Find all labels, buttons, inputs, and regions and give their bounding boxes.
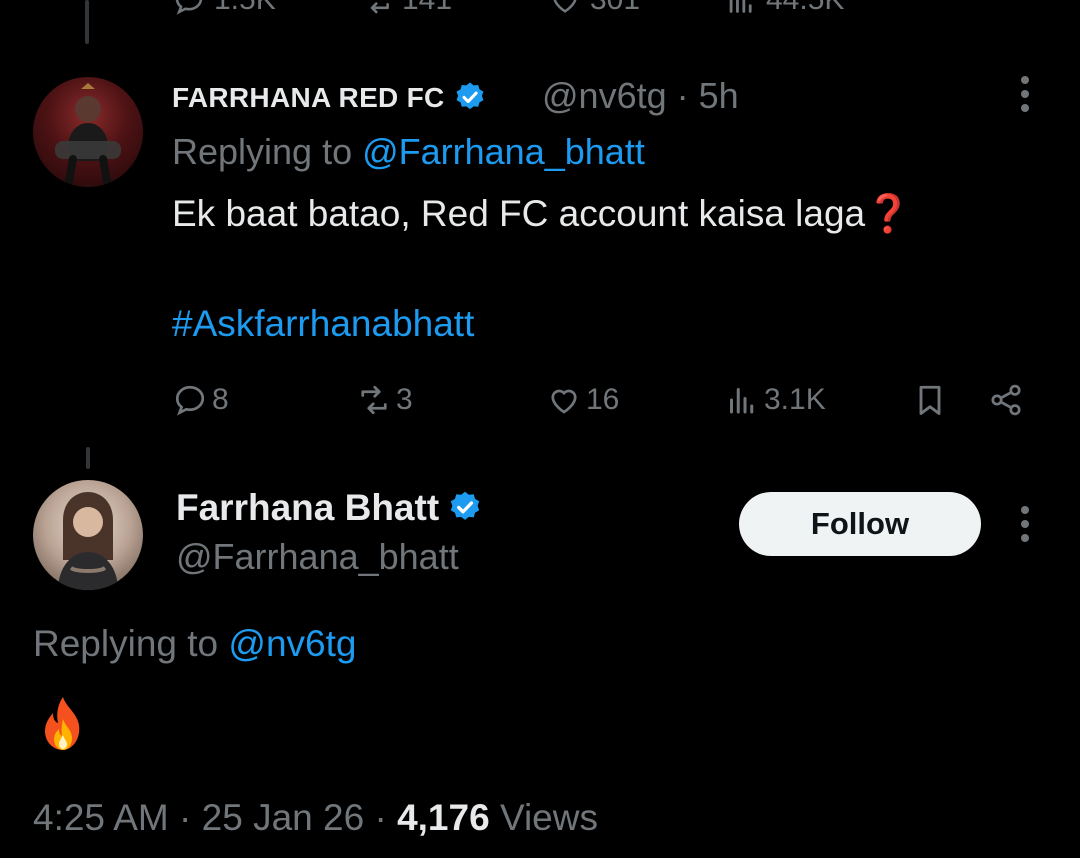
like-action[interactable]: 301	[548, 0, 640, 18]
reply-icon	[175, 0, 203, 15]
reply-count: 8	[212, 383, 229, 416]
avatar-image	[55, 83, 121, 185]
timestamp: · 5h	[676, 75, 739, 116]
fire-emoji-icon	[45, 697, 80, 750]
share-action[interactable]	[988, 378, 1024, 422]
display-name: Farrhana Bhatt	[176, 487, 440, 528]
replying-prefix: Replying to	[33, 623, 229, 664]
like-icon	[553, 0, 577, 13]
thread-line	[86, 447, 90, 469]
question-emoji: ❓	[865, 193, 912, 234]
views-icon	[729, 0, 752, 13]
reply-action[interactable]: 8	[172, 378, 229, 422]
previous-tweet-actions: 1.5K 141 301 44.5K	[172, 0, 1032, 18]
more-icon[interactable]	[1008, 502, 1042, 546]
views-count: 44.5K	[766, 0, 844, 17]
repost-count: 141	[402, 0, 452, 17]
tweet-actions: 8 3 16 3.1K	[172, 378, 1032, 422]
tweet-date[interactable]: 25 Jan 26	[202, 797, 365, 838]
repost-count: 3	[396, 383, 413, 416]
like-icon	[551, 389, 577, 414]
replying-to-line: Replying to @nv6tg	[33, 622, 356, 666]
verified-badge-icon	[450, 491, 480, 520]
thread-line	[85, 0, 89, 44]
like-count: 301	[590, 0, 640, 17]
share-icon	[991, 384, 1021, 416]
follow-button[interactable]: Follow	[739, 492, 981, 556]
views-count: 3.1K	[764, 383, 826, 416]
repost-action[interactable]: 141	[360, 0, 452, 18]
tweet-thread-page: 1.5K 141 301 44.5K FARRHANA RED FC @nv6t…	[0, 0, 1080, 858]
repost-icon	[361, 385, 387, 415]
avatar-image	[58, 492, 118, 590]
replying-to-link[interactable]: @Farrhana_bhatt	[362, 131, 645, 172]
like-count: 16	[586, 383, 620, 416]
views-label: Views	[499, 797, 598, 838]
verified-badge-icon	[456, 82, 484, 110]
handle: @nv6tg	[542, 75, 667, 116]
replying-prefix: Replying to	[172, 131, 363, 172]
views-icon	[730, 388, 754, 414]
tweet-meta: 4:25 AM · 25 Jan 26 · 4,176 Views	[33, 797, 598, 838]
like-action[interactable]: 16	[546, 378, 619, 422]
main-author-name[interactable]: Farrhana Bhatt	[176, 486, 483, 530]
avatar[interactable]	[33, 480, 143, 590]
repost-icon	[370, 2, 389, 14]
tweet-time[interactable]: 4:25 AM	[33, 797, 169, 838]
replying-to-link[interactable]: @nv6tg	[228, 623, 356, 664]
reply-action[interactable]: 1.5K	[172, 0, 276, 18]
display-name: FARRHANA RED FC	[172, 82, 445, 113]
more-icon[interactable]	[1008, 72, 1042, 116]
reply-count: 1.5K	[214, 0, 276, 17]
views-action[interactable]: 44.5K	[724, 0, 844, 18]
views-action[interactable]: 3.1K	[724, 378, 826, 422]
views-count: 4,176	[397, 797, 490, 838]
reply-author-handle[interactable]: @nv6tg · 5h	[542, 76, 739, 116]
bookmark-icon	[919, 385, 941, 415]
main-author-handle[interactable]: @Farrhana_bhatt	[176, 535, 459, 579]
repost-action[interactable]: 3	[356, 378, 413, 422]
reply-icon	[175, 385, 205, 416]
hashtag-link[interactable]: #Askfarrhanabhatt	[172, 302, 474, 346]
bookmark-action[interactable]	[912, 378, 948, 422]
avatar[interactable]	[33, 77, 143, 187]
replying-to-line: Replying to @Farrhana_bhatt	[172, 130, 645, 174]
tweet-text: Ek baat batao, Red FC account kaisa laga…	[172, 192, 911, 236]
tweet-body: Ek baat batao, Red FC account kaisa laga	[172, 193, 866, 234]
reply-author-name[interactable]: FARRHANA RED FC	[172, 80, 487, 115]
